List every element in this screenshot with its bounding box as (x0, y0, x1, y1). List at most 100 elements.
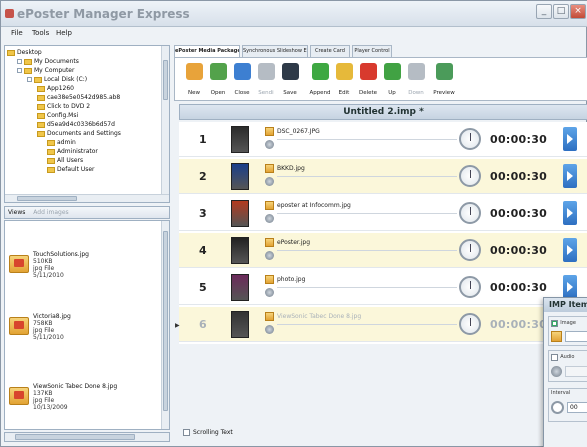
expand-icon[interactable] (27, 77, 32, 82)
image-checkbox[interactable] (551, 319, 558, 327)
file-name: TouchSolutions.jpg (33, 251, 89, 258)
views-button[interactable]: Views (8, 209, 25, 216)
scroll-thumb[interactable] (163, 60, 168, 100)
scroll-thumb[interactable] (163, 231, 168, 411)
item-thumbnail (231, 237, 249, 264)
tree-item[interactable]: Local Disk (C:) (27, 75, 87, 84)
minimize-button[interactable]: _ (536, 4, 552, 19)
tree-hscroll[interactable] (5, 194, 169, 202)
audio-path-field[interactable] (565, 366, 587, 377)
play-icon[interactable] (563, 127, 577, 151)
tab-ebs[interactable]: Synchronous Slideshow EBS (242, 45, 308, 57)
views-bar: Views Add images (4, 206, 170, 219)
file-date: 10/13/2009 (33, 404, 68, 411)
item-duration[interactable]: 00:00:30 (490, 318, 547, 331)
toolbar-preview-button[interactable]: Preview (433, 61, 455, 99)
current-item-marker-icon: ▶ (175, 322, 180, 329)
stopwatch-icon[interactable] (459, 128, 481, 150)
files-hscroll[interactable] (4, 432, 170, 442)
scroll-thumb[interactable] (17, 196, 77, 201)
toolbar-sendi-button[interactable]: Sendi (255, 61, 277, 99)
toolbar-down-button[interactable]: Down (405, 61, 427, 99)
toolbar-edit-button[interactable]: Edit (333, 61, 355, 99)
tab-create-card[interactable]: Create Card (310, 45, 350, 57)
item-thumbnail (231, 311, 249, 338)
play-icon[interactable] (563, 275, 577, 299)
files-vscroll[interactable] (161, 221, 169, 429)
item-number: 5 (199, 281, 207, 294)
playlist-item[interactable]: 5 photo.jpg 00:00:30 (179, 270, 587, 305)
menu-file[interactable]: File (11, 29, 23, 37)
folder-icon (47, 139, 55, 146)
tree-item[interactable]: cae38e5e0542d985.ab8 (37, 93, 120, 102)
tree-item[interactable]: Documents and Settings (37, 129, 121, 138)
scroll-thumb[interactable] (15, 434, 135, 440)
file-list[interactable]: TouchSolutions.jpg 510KB jpg File 5/11/2… (4, 220, 170, 430)
tree-item[interactable]: admin (47, 138, 76, 147)
tree-item[interactable]: My Computer (17, 66, 74, 75)
maximize-button[interactable]: □ (553, 4, 569, 19)
tree-item[interactable]: d5ea9d4c0336b6d57d (37, 120, 115, 129)
tree-item[interactable]: Default User (47, 165, 95, 174)
tree-item[interactable]: All Users (47, 156, 83, 165)
stopwatch-icon[interactable] (459, 165, 481, 187)
item-duration[interactable]: 00:00:30 (490, 133, 547, 146)
play-icon[interactable] (563, 164, 577, 188)
preview-icon (436, 63, 453, 80)
folder-tree[interactable]: Desktop My Documents My Computer Local D… (4, 45, 170, 203)
audio-checkbox[interactable] (551, 353, 558, 361)
expand-icon[interactable] (17, 59, 22, 64)
image-path-field[interactable] (565, 331, 587, 342)
stopwatch-icon[interactable] (459, 202, 481, 224)
tab-player-control[interactable]: Player Control (352, 45, 392, 57)
playlist-item[interactable]: 1 DSC_0267.JPG 00:00:30 (179, 122, 587, 157)
toolbar-open-button[interactable]: Open (207, 61, 229, 99)
item-duration[interactable]: 00:00:30 (490, 170, 547, 183)
toolbar-append-button[interactable]: Append (309, 61, 331, 99)
play-icon[interactable] (563, 238, 577, 262)
tree-item[interactable]: App1260 (37, 84, 74, 93)
playlist-item[interactable]: 2 BKKD.jpg 00:00:30 (179, 159, 587, 194)
tree-item[interactable]: Click to DVD 2 (37, 102, 90, 111)
file-item[interactable]: Victoria8.jpg 758KB jpg File 5/11/2010 (9, 313, 159, 353)
file-item[interactable]: ViewSonic Tabec Done 8.jpg 137KB jpg Fil… (9, 383, 159, 423)
playlist-item[interactable]: 4 ePoster.jpg 00:00:30 (179, 233, 587, 268)
toolbar-delete-button[interactable]: Delete (357, 61, 379, 99)
close-button[interactable]: × (570, 4, 586, 19)
playlist-item[interactable]: 3 eposter at Infocomm.jpg 00:00:30 (179, 196, 587, 231)
playlist-title: Untitled 2.imp * (179, 104, 587, 120)
playlist-item[interactable]: 6 ViewSonic Tabec Done 8.jpg 00:00:30 (179, 307, 587, 342)
expand-icon[interactable] (17, 68, 22, 73)
tree-item-desktop[interactable]: Desktop (7, 48, 42, 57)
toolbar-up-button[interactable]: Up (381, 61, 403, 99)
tree-item[interactable]: Config.Msi (37, 111, 78, 120)
toolbar-save-button[interactable]: Save (279, 61, 301, 99)
playlist[interactable]: 1 DSC_0267.JPG 00:00:30 2 BKKD.jpg 00:00:30 3 e… (179, 122, 587, 344)
scrolling-text-checkbox[interactable] (183, 429, 190, 436)
stopwatch-icon[interactable] (459, 239, 481, 261)
menu-help[interactable]: Help (56, 29, 72, 37)
item-duration[interactable]: 00:00:30 (490, 207, 547, 220)
stopwatch-icon[interactable] (459, 313, 481, 335)
play-icon[interactable] (563, 201, 577, 225)
item-duration[interactable]: 00:00:30 (490, 244, 547, 257)
tab-bar: ePoster Media Package IMP Synchronous Sl… (174, 45, 587, 58)
add-images-button[interactable]: Add images (33, 209, 68, 216)
file-item[interactable]: TouchSolutions.jpg 510KB jpg File 5/11/2… (9, 251, 159, 291)
item-duration[interactable]: 00:00:30 (490, 281, 547, 294)
item-filename: eposter at Infocomm.jpg (277, 202, 351, 209)
tree-item[interactable]: Administrator (47, 147, 98, 156)
item-thumbnail (231, 274, 249, 301)
item-filename: DSC_0267.JPG (277, 128, 320, 135)
file-size: 137KB (33, 390, 53, 397)
tree-vscroll[interactable] (161, 46, 169, 202)
interval-field[interactable]: 00 (567, 402, 587, 413)
tree-item[interactable]: My Documents (17, 57, 79, 66)
stopwatch-icon[interactable] (459, 276, 481, 298)
app-window: ePoster Manager Express _ □ × File Tools… (0, 0, 587, 447)
menu-tools[interactable]: Tools (32, 29, 49, 37)
toolbar-new-button[interactable]: New (183, 61, 205, 99)
toolbar-close-button[interactable]: Close (231, 61, 253, 99)
item-number: 3 (199, 207, 207, 220)
scrolling-text-toggle[interactable]: Scrolling Text (179, 429, 429, 445)
